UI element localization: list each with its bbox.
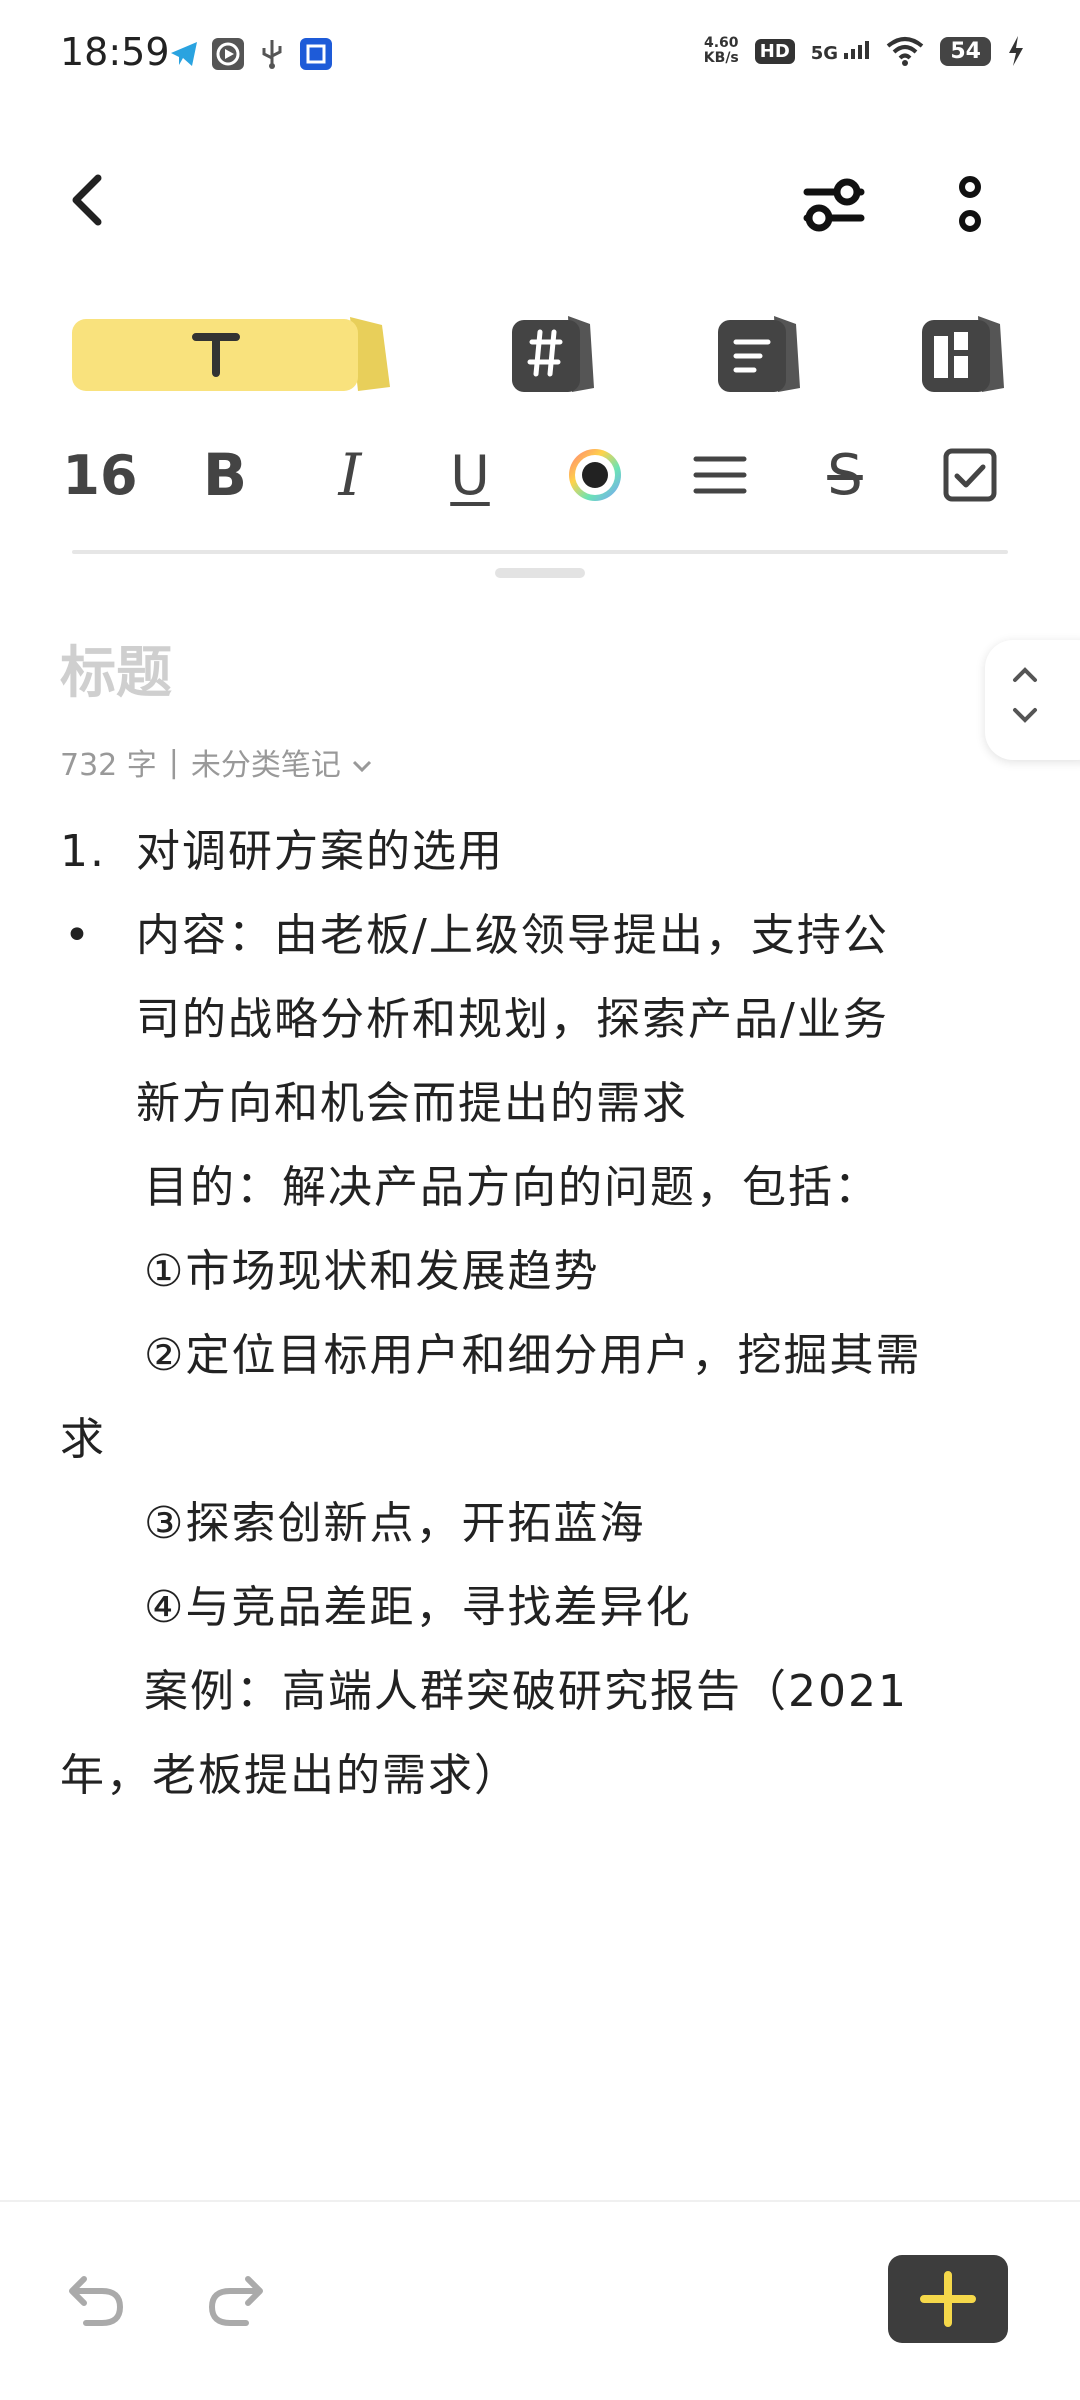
checkbox-button[interactable] [940, 440, 1000, 510]
color-wheel-icon [569, 449, 621, 501]
tag-icon [512, 316, 594, 392]
scroll-control[interactable] [985, 640, 1080, 760]
redo-icon [208, 2276, 263, 2326]
status-indicators: 4.60 KB/s HD 5G 54 [704, 36, 1025, 66]
scroll-arrows-icon [1013, 667, 1037, 723]
tab-list[interactable] [714, 312, 804, 394]
align-button[interactable] [690, 440, 750, 510]
category-label: 未分类笔记 [190, 748, 341, 783]
align-justify-icon [693, 456, 747, 494]
chevron-left-icon [72, 174, 102, 226]
plus-icon [920, 2271, 976, 2327]
battery-indicator: 54 [940, 36, 991, 66]
word-count: 732 字 [60, 748, 157, 783]
body-line: 案例：高端人群突破研究报告（2021 [144, 1666, 908, 1717]
font-size-button[interactable]: 16 [62, 440, 137, 510]
meta-separator: | [168, 744, 179, 780]
grid-icon [922, 316, 1004, 392]
tab-tag[interactable] [508, 312, 598, 394]
text-mode-icon [72, 317, 390, 391]
text-color-button[interactable] [565, 440, 625, 510]
body-line: 新方向和机会而提出的需求 [136, 1078, 688, 1129]
speed-unit: KB/s [703, 50, 739, 66]
bullet: • [64, 910, 92, 961]
charging-icon [1009, 36, 1023, 66]
signal-icon [844, 40, 870, 59]
bottom-divider [0, 2200, 1080, 2202]
app-icon [300, 38, 332, 70]
underline-button[interactable]: U [440, 440, 500, 510]
back-button[interactable] [60, 160, 120, 240]
network-speed: 4.60 KB/s [704, 36, 739, 66]
media-icon [212, 38, 244, 70]
list-number: 1. [60, 826, 106, 877]
body-line: 对调研方案的选用 [136, 826, 504, 877]
body-line: 求 [60, 1414, 106, 1465]
body-line: 目的：解决产品方向的问题，包括： [144, 1162, 880, 1213]
status-time: 18:59 [60, 30, 170, 74]
network-label: 5G [810, 42, 839, 64]
wifi-icon [887, 37, 924, 66]
note-meta: 732 字 | 未分类笔记 [60, 740, 374, 784]
body-line: ②定位目标用户和细分用户，挖掘其需 [144, 1330, 922, 1381]
add-button[interactable] [888, 2255, 1008, 2343]
bold-button[interactable]: B [195, 440, 255, 510]
tab-text-mode[interactable] [72, 315, 394, 393]
toolbar-divider [72, 550, 1008, 554]
list-icon [718, 316, 800, 392]
undo-button[interactable] [62, 2265, 132, 2335]
body-line: ①市场现状和发展趋势 [144, 1246, 600, 1297]
note-title-input[interactable]: 标题 [60, 628, 172, 709]
category-selector[interactable]: 未分类笔记 [191, 740, 375, 784]
body-line: 司的战略分析和规划，探索产品/业务 [136, 994, 889, 1045]
more-options-button[interactable] [940, 165, 1000, 245]
tab-grid[interactable] [918, 312, 1008, 394]
settings-button[interactable] [795, 170, 875, 240]
body-line: 年，老板提出的需求） [60, 1750, 520, 1801]
telegram-icon [168, 38, 200, 70]
redo-button[interactable] [200, 2265, 270, 2335]
chevron-down-icon [353, 760, 372, 773]
sliders-icon [803, 178, 865, 232]
italic-button[interactable]: I [320, 440, 380, 510]
body-line: ④与竞品差距，寻找差异化 [144, 1582, 692, 1633]
drag-handle[interactable] [495, 568, 585, 578]
usb-icon [256, 38, 288, 70]
body-line: 内容：由老板/上级领导提出，支持公 [136, 910, 889, 961]
strikethrough-button[interactable]: S [815, 440, 875, 510]
undo-icon [69, 2276, 124, 2326]
status-bar: 18:59 4.60 KB/s HD 5G 54 [0, 0, 1080, 110]
speed-value: 4.60 [704, 35, 739, 51]
more-vertical-icon [959, 176, 981, 232]
hd-badge: HD [754, 38, 795, 64]
checkbox-icon [943, 448, 997, 502]
network-type: 5G [811, 39, 871, 64]
body-line: ③探索创新点，开拓蓝海 [144, 1498, 646, 1549]
